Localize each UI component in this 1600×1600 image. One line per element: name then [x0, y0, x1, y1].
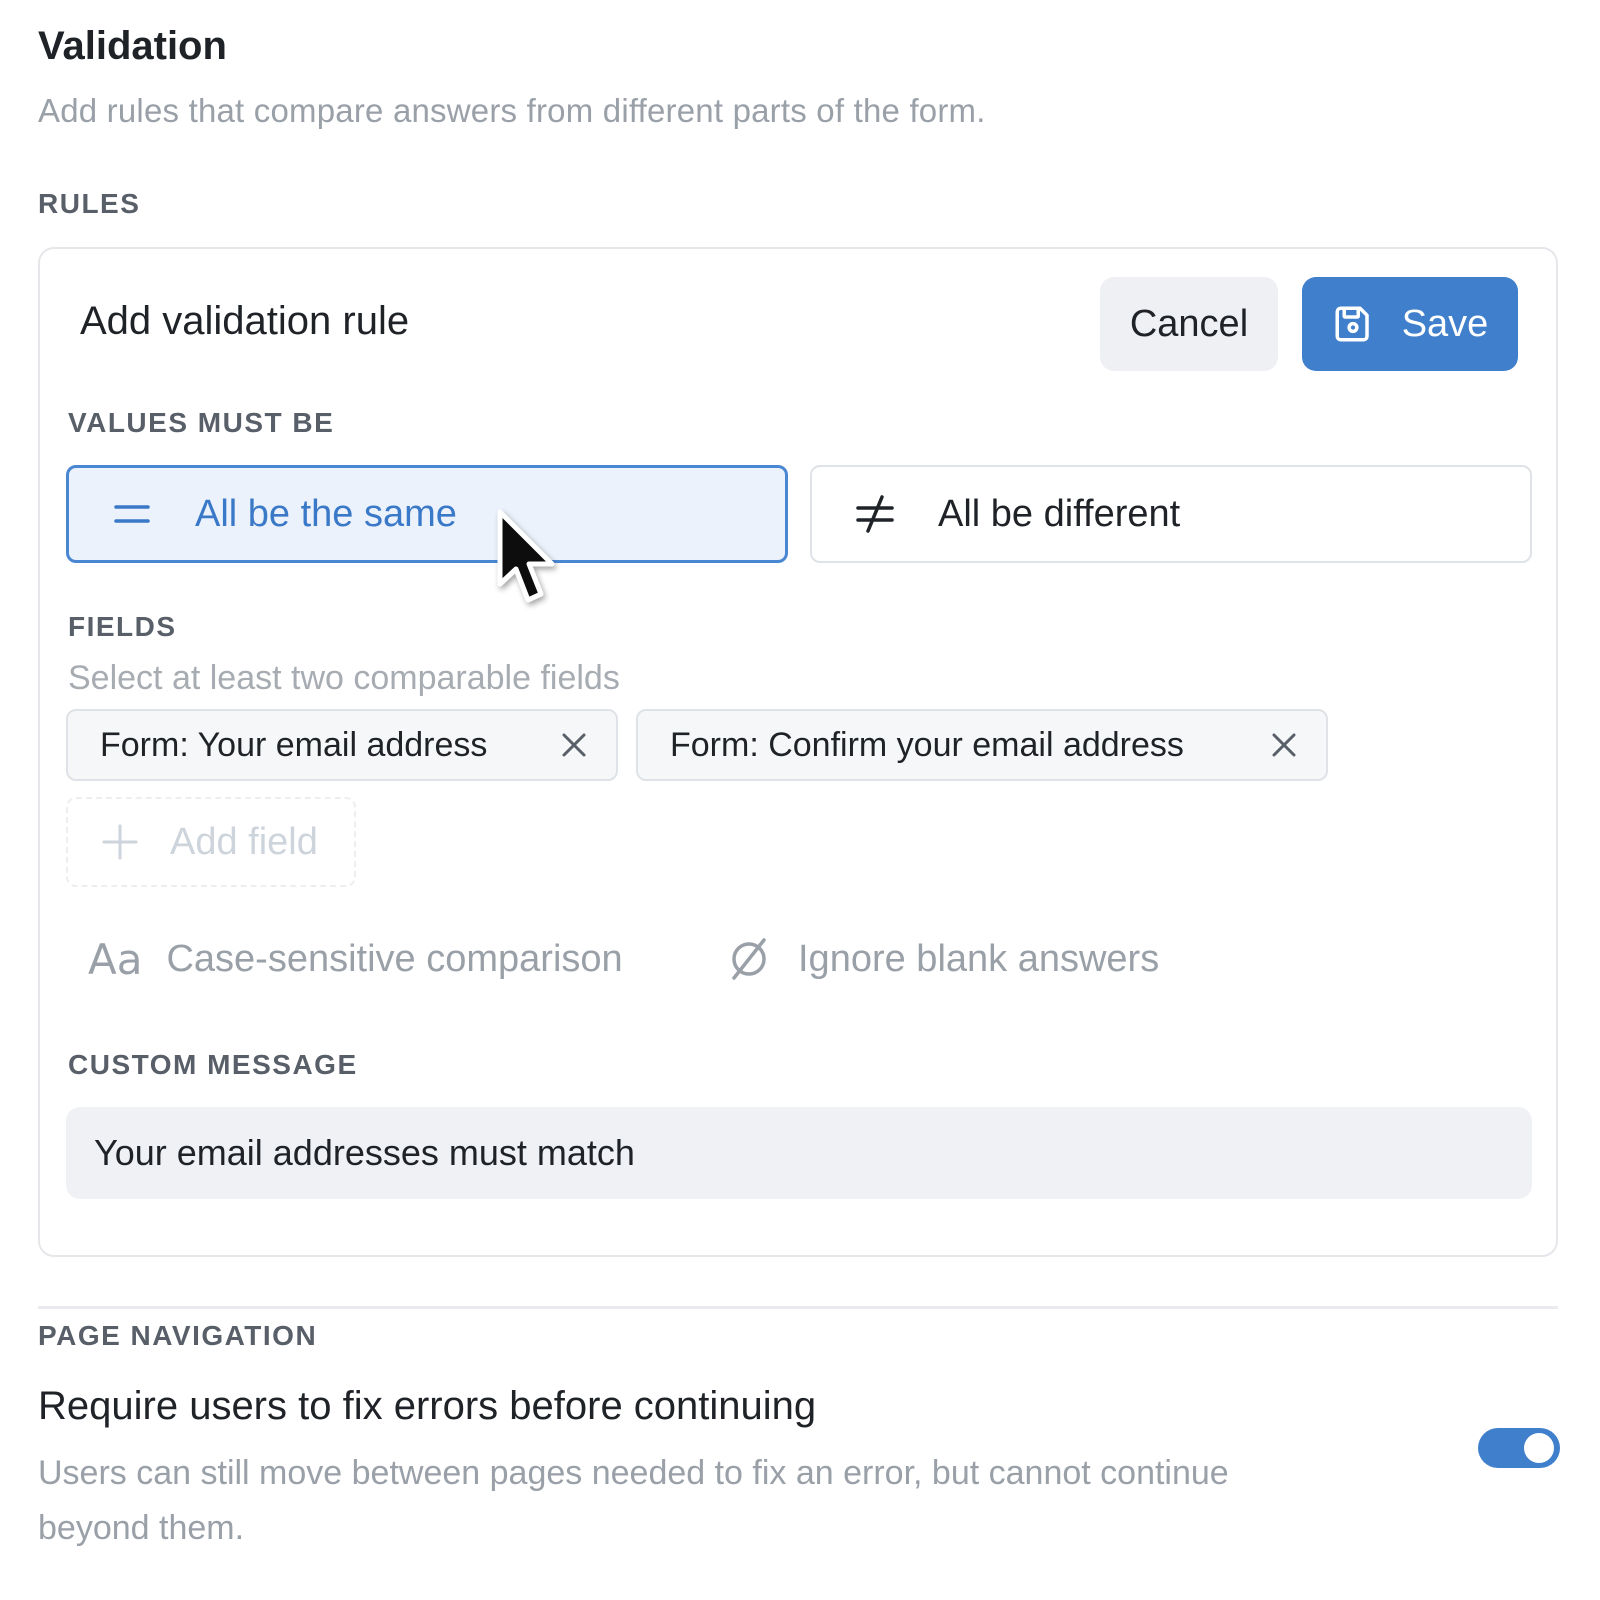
ignore-blank-toggle[interactable]: Ignore blank answers	[726, 931, 1159, 987]
empty-set-icon	[732, 938, 766, 980]
case-sensitive-icon: Aa	[88, 934, 143, 984]
switch-knob	[1524, 1433, 1554, 1463]
close-icon[interactable]	[1264, 725, 1304, 765]
cancel-button[interactable]: Cancel	[1100, 277, 1278, 371]
field-chip-label: Form: Your email address	[100, 725, 488, 764]
add-field-button[interactable]: Add field	[66, 797, 356, 887]
equals-icon	[107, 489, 157, 539]
section-divider	[38, 1306, 1558, 1309]
plus-icon	[102, 824, 138, 860]
custom-message-value: Your email addresses must match	[94, 1132, 635, 1173]
close-icon[interactable]	[554, 725, 594, 765]
ignore-blank-label: Ignore blank answers	[798, 937, 1160, 980]
case-sensitive-label: Case-sensitive comparison	[166, 937, 623, 980]
field-chip-label: Form: Confirm your email address	[670, 725, 1184, 764]
field-chip[interactable]: Form: Your email address	[66, 709, 618, 781]
save-button-label: Save	[1401, 302, 1489, 345]
page-navigation-label: PAGE NAVIGATION	[38, 1320, 318, 1351]
validation-description: Add rules that compare answers from diff…	[38, 92, 986, 129]
fields-hint: Select at least two comparable fields	[68, 659, 620, 697]
card-title: Add validation rule	[80, 299, 410, 343]
save-icon	[1335, 306, 1369, 342]
values-must-be-label: VALUES MUST BE	[68, 407, 335, 438]
add-field-label: Add field	[170, 820, 318, 863]
field-chip[interactable]: Form: Confirm your email address	[636, 709, 1328, 781]
require-fix-switch[interactable]	[1478, 1428, 1560, 1468]
rules-label: RULES	[38, 188, 141, 219]
not-equal-icon	[850, 489, 900, 539]
add-validation-rule-card: Add validation rule Cancel Save VALUES M…	[38, 247, 1558, 1257]
fields-label: FIELDS	[68, 611, 177, 642]
cancel-button-label: Cancel	[1129, 302, 1249, 345]
option-all-different-label: All be different	[938, 492, 1181, 535]
save-button[interactable]: Save	[1302, 277, 1518, 371]
option-all-same[interactable]: All be the same	[66, 465, 788, 563]
custom-message-label: CUSTOM MESSAGE	[68, 1049, 358, 1080]
require-fix-description: Users can still move between pages neede…	[38, 1454, 1229, 1547]
validation-settings-page: Validation Add rules that compare answer…	[0, 0, 1600, 1600]
option-all-same-label: All be the same	[195, 492, 457, 535]
option-all-different[interactable]: All be different	[810, 465, 1532, 563]
require-fix-title: Require users to fix errors before conti…	[38, 1384, 817, 1428]
validation-title: Validation	[38, 24, 227, 68]
custom-message-input[interactable]: Your email addresses must match	[66, 1107, 1532, 1199]
case-sensitive-toggle[interactable]: Aa Case-sensitive comparison	[88, 931, 623, 987]
